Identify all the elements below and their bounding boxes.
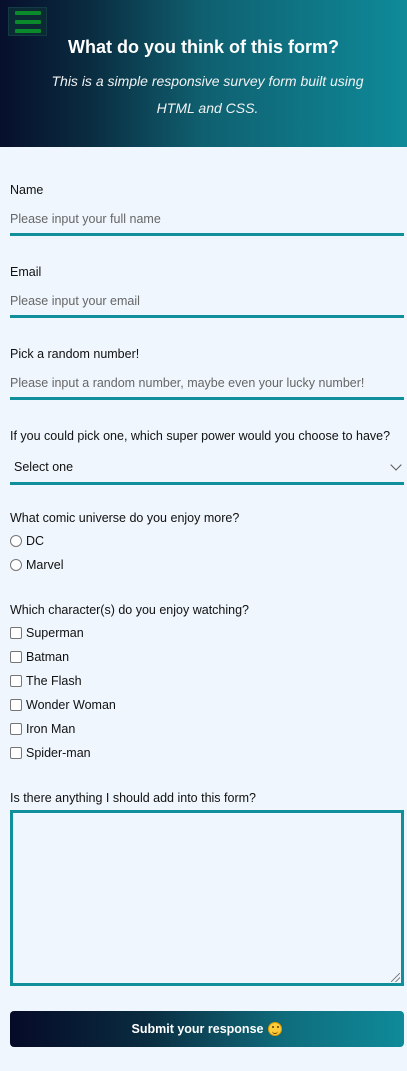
radio-dc[interactable] <box>10 535 22 547</box>
radio-marvel[interactable] <box>10 559 22 571</box>
checkbox-wonder-woman[interactable] <box>10 699 22 711</box>
name-label: Name <box>10 183 44 197</box>
chevron-down-icon <box>390 459 402 471</box>
checkbox-batman[interactable] <box>10 651 22 663</box>
radio-label-dc: DC <box>26 534 45 548</box>
checkbox-label-superman: Superman <box>26 626 84 640</box>
comments-label: Is there anything I should add into this… <box>10 791 256 805</box>
radio-label-marvel: Marvel <box>26 558 64 572</box>
checkbox-label-spider-man: Spider-man <box>26 746 91 760</box>
checkbox-label-the-flash: The Flash <box>26 674 82 688</box>
number-label: Pick a random number! <box>10 347 140 361</box>
email-field[interactable] <box>10 287 404 318</box>
superpower-selected-value: Select one <box>14 460 74 474</box>
character-option-spider-man[interactable]: Spider-man <box>10 746 91 760</box>
hamburger-menu-icon[interactable] <box>8 7 47 36</box>
smiley-emoji-icon <box>268 1022 283 1036</box>
universe-label: What comic universe do you enjoy more? <box>10 511 240 525</box>
number-field[interactable] <box>10 369 404 400</box>
checkbox-iron-man[interactable] <box>10 723 22 735</box>
checkbox-label-batman: Batman <box>26 650 70 664</box>
character-option-wonder-woman[interactable]: Wonder Woman <box>10 698 116 712</box>
superpower-select[interactable]: Select one <box>10 452 404 485</box>
email-label: Email <box>10 265 42 279</box>
submit-button[interactable]: Submit your response <box>10 1011 404 1047</box>
page-header: What do you think of this form? This is … <box>0 0 407 147</box>
character-option-batman[interactable]: Batman <box>10 650 69 664</box>
checkbox-label-iron-man: Iron Man <box>26 722 76 736</box>
resize-grip-icon[interactable] <box>391 973 400 982</box>
checkbox-spider-man[interactable] <box>10 747 22 759</box>
comments-textarea[interactable] <box>10 810 404 986</box>
checkbox-the-flash[interactable] <box>10 675 22 687</box>
universe-option-marvel[interactable]: Marvel <box>10 558 64 572</box>
page-title: What do you think of this form? <box>68 37 339 57</box>
checkbox-label-wonder-woman: Wonder Woman <box>26 698 116 712</box>
superpower-label: If you could pick one, which super power… <box>10 429 391 443</box>
character-option-iron-man[interactable]: Iron Man <box>10 722 75 736</box>
character-option-superman[interactable]: Superman <box>10 626 84 640</box>
page-subtitle: This is a simple responsive survey form … <box>51 73 364 116</box>
name-field[interactable] <box>10 205 404 236</box>
submit-button-label: Submit your response <box>131 1022 264 1036</box>
checkbox-superman[interactable] <box>10 627 22 639</box>
universe-option-dc[interactable]: DC <box>10 534 44 548</box>
character-option-the-flash[interactable]: The Flash <box>10 674 82 688</box>
characters-label: Which character(s) do you enjoy watching… <box>10 603 250 617</box>
